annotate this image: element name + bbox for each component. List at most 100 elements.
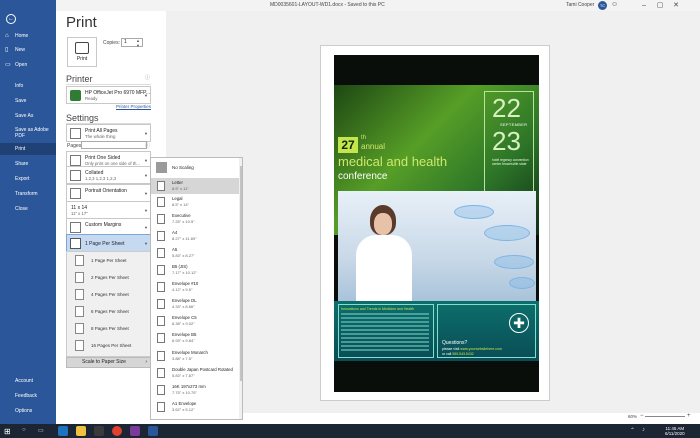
envelope-icon — [157, 316, 165, 326]
file-explorer-icon[interactable] — [76, 426, 86, 436]
scrollbar-thumb[interactable] — [240, 166, 242, 381]
app-icon[interactable] — [130, 426, 140, 436]
close-button[interactable]: ✕ — [668, 0, 684, 11]
medical-cross-icon: ✚ — [513, 315, 525, 331]
sidebar-item-save-as-pdf[interactable]: Save as Adobe PDF — [0, 124, 56, 142]
list-item[interactable]: Envelope DL 4.33" x 8.66" — [151, 296, 239, 312]
printer-icon — [75, 42, 89, 54]
sidebar-item-save[interactable]: Save — [0, 95, 56, 107]
envelope-icon — [157, 351, 165, 361]
sidebar-item-new[interactable]: ▯ New — [0, 44, 56, 56]
list-item[interactable]: 6 Pages Per Sheet — [67, 303, 150, 320]
list-item[interactable]: A4 8.27" x 11.69" — [151, 228, 239, 244]
orientation-dropdown[interactable]: Portrait Orientation ▼ — [66, 184, 151, 202]
network-icon[interactable]: ⌃ — [630, 427, 635, 434]
paper-icon — [157, 265, 165, 275]
sidebar-item-print[interactable]: Print — [0, 143, 56, 155]
list-item[interactable]: A5 5.83" x 8.27" — [151, 245, 239, 261]
store-icon[interactable] — [94, 426, 104, 436]
volume-icon[interactable]: ♪ — [642, 427, 645, 433]
list-item[interactable]: Executive 7.25" x 10.5" — [151, 211, 239, 227]
printer-properties-link[interactable]: Printer Properties — [116, 104, 151, 109]
paper-size-dropdown[interactable]: 11 x 14 11" x 17" ▼ — [66, 201, 151, 219]
sidebar-item-home[interactable]: ⌂ Home — [0, 30, 56, 42]
scientist-face — [374, 213, 392, 235]
sidebar-item-feedback[interactable]: Feedback — [0, 390, 56, 402]
list-item[interactable]: 16 Pages Per Sheet — [67, 337, 150, 354]
avatar[interactable]: TC — [598, 1, 607, 10]
pages-per-sheet-dropdown[interactable]: 1 Page Per Sheet ▼ — [66, 234, 151, 252]
list-item[interactable]: Letter 8.5" x 11" — [151, 178, 239, 194]
print-range-dropdown[interactable]: Print All Pages The whole thing ▼ — [66, 124, 151, 142]
task-view-icon[interactable]: ▭ — [38, 427, 44, 434]
zoom-in-icon[interactable]: + — [687, 413, 691, 419]
printer-status: Ready — [85, 96, 98, 101]
info-icon[interactable]: ⓘ — [145, 142, 150, 149]
zoom-out-icon[interactable]: − — [640, 413, 644, 419]
questions-text: Questions? — [442, 340, 468, 346]
sidebar-item-transform[interactable]: Transform — [0, 188, 56, 200]
feedback-smiley-icon[interactable]: ☺ — [611, 1, 618, 8]
paper-icon — [157, 231, 165, 241]
chrome-icon[interactable] — [112, 426, 122, 436]
sidebar-item-open[interactable]: ▭ Open — [0, 59, 56, 71]
word-icon[interactable] — [148, 426, 158, 436]
list-item[interactable]: B5 (JIS) 7.17" x 10.12" — [151, 262, 239, 278]
scrollbar[interactable] — [239, 158, 242, 419]
list-item[interactable]: 1 Page Per Sheet — [67, 252, 150, 269]
list-item[interactable]: Double Japan Postcard Rotated 5.83" x 7.8… — [151, 365, 239, 381]
envelope-icon — [157, 282, 165, 292]
poster-subheadline: conference — [338, 171, 388, 182]
sidebar-item-export[interactable]: Export — [0, 173, 56, 185]
list-item[interactable]: 8 Pages Per Sheet — [67, 320, 150, 337]
chevron-down-icon: ▼ — [144, 225, 148, 230]
list-item[interactable]: Envelope #10 4.12" x 9.5" — [151, 279, 239, 295]
copies-spinner-icon[interactable]: ▲ ▼ — [136, 38, 140, 48]
zoom-level[interactable]: 60% — [628, 414, 637, 419]
zoom-slider[interactable] — [645, 416, 685, 417]
pages-input[interactable] — [81, 141, 147, 149]
chevron-down-icon: ▼ — [144, 241, 148, 246]
petri-dish — [509, 277, 535, 289]
visit-text: please visit www.yourwebsitehere.com — [442, 347, 502, 351]
list-item[interactable]: Legal 8.5" x 14" — [151, 194, 239, 210]
divider — [66, 84, 151, 85]
list-item[interactable]: 4 Pages Per Sheet — [67, 286, 150, 303]
user-name[interactable]: Tami Cooper — [566, 2, 594, 8]
paper-icon — [157, 181, 165, 191]
scale-to-paper-size-item[interactable]: Scale to Paper Size › — [66, 357, 151, 368]
edition-ordinal: th — [361, 135, 367, 141]
sidebar-item-account[interactable]: Account — [0, 375, 56, 387]
printer-dropdown[interactable]: HP OfficeJet Pro 6970 MFP... Ready ▼ — [66, 86, 151, 104]
no-scaling-item[interactable]: No Scaling — [151, 160, 239, 176]
print-button[interactable]: Print — [67, 37, 97, 67]
folder-icon: ▭ — [5, 62, 11, 68]
minimize-button[interactable]: – — [636, 0, 652, 11]
info-icon[interactable]: ⓘ — [145, 74, 150, 81]
page-per-sheet-icon — [70, 238, 81, 249]
clock[interactable]: 11:45 AM 6/11/2020 — [665, 426, 685, 436]
list-item[interactable]: Envelope B5 6.93" x 9.84" — [151, 330, 239, 346]
windows-start-icon[interactable]: ⊞ — [4, 427, 11, 436]
sidebar-item-options[interactable]: Options — [0, 405, 56, 417]
sidebar-item-share[interactable]: Share — [0, 158, 56, 170]
back-arrow-icon[interactable]: ← — [6, 14, 16, 24]
list-item[interactable]: Envelope C5 6.38" x 9.02" — [151, 313, 239, 329]
paper-size-menu: No Scaling Letter 8.5" x 11" Legal 8.5" x … — [150, 157, 243, 420]
collation-dropdown[interactable]: Collated 1,2,3 1,2,3 1,2,3 ▼ — [66, 166, 151, 184]
sidebar-item-save-as[interactable]: Save As — [0, 110, 56, 122]
list-item[interactable]: 16K 197x273 mm 7.75" x 10.75" — [151, 382, 239, 398]
sidebar-item-close[interactable]: Close — [0, 203, 56, 215]
setting-description: 11" x 17" — [71, 211, 88, 216]
list-item[interactable]: A1 Envelope 3.62" x 5.12" — [151, 399, 239, 415]
edge-icon[interactable] — [58, 426, 68, 436]
backstage-sidebar: ← ⌂ Home ▯ New ▭ Open Info Save Save As Sav… — [0, 0, 56, 424]
restore-button[interactable]: ▢ — [652, 0, 668, 11]
copies-label: Copies: — [103, 40, 120, 46]
list-item[interactable]: 2 Pages Per Sheet — [67, 269, 150, 286]
list-item[interactable]: Envelope Monarch 3.88" x 7.5" — [151, 348, 239, 364]
taskbar: ⊞ ○ ▭ ⌃ ♪ 11:45 AM 6/11/2020 — [0, 424, 700, 438]
margins-icon — [70, 222, 81, 233]
sidebar-item-info[interactable]: Info — [0, 80, 56, 92]
search-icon[interactable]: ○ — [22, 427, 26, 433]
